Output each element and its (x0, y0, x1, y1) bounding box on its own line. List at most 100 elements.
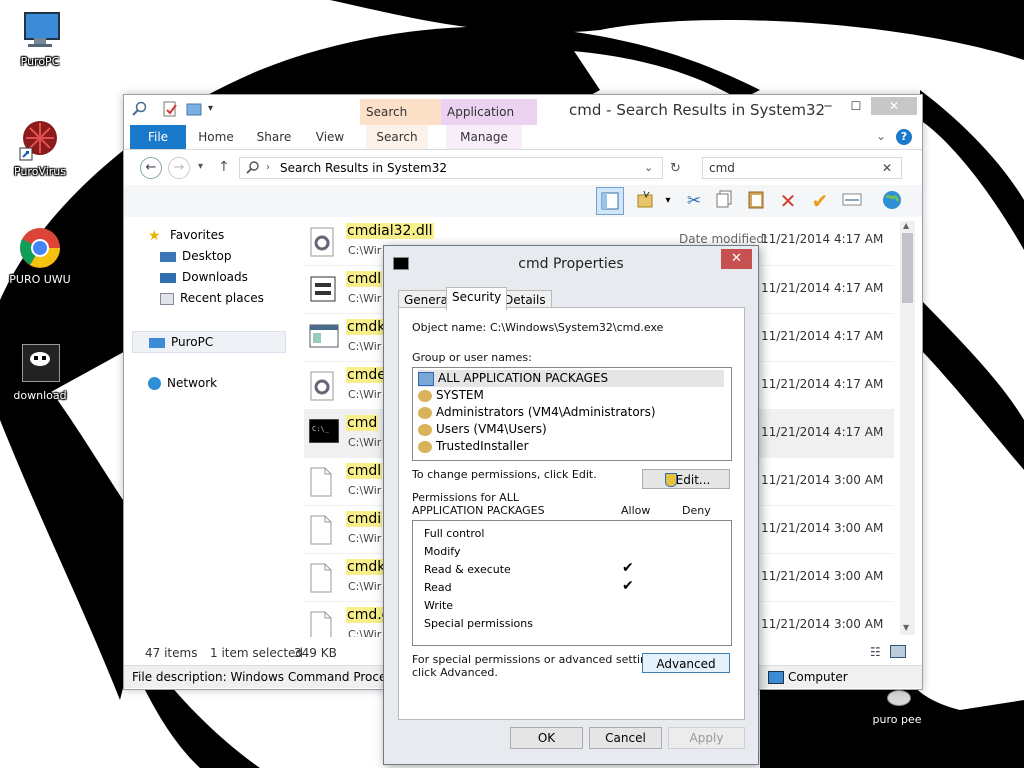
file-name: cmde (346, 367, 387, 383)
recent-locations-icon[interactable]: ▾ (198, 161, 203, 172)
details-view-icon[interactable]: ☷ (870, 645, 881, 659)
perm-read: Read (424, 581, 452, 594)
scroll-up-icon[interactable]: ▲ (903, 221, 909, 230)
group-item[interactable]: ALL APPLICATION PACKAGES (418, 370, 724, 387)
group-item[interactable]: SYSTEM (418, 387, 484, 404)
group-label: ALL APPLICATION PACKAGES (438, 371, 609, 385)
close-icon[interactable]: ✕ (721, 249, 752, 269)
breadcrumb[interactable]: Search Results in System32 (280, 161, 447, 175)
file-name: cmdl (346, 271, 383, 287)
desktop-icon-download[interactable]: download (0, 342, 80, 402)
group-names-label: Group or user names: (412, 351, 532, 364)
desktop-icon-label: puro pee (872, 713, 922, 726)
search-icon[interactable] (132, 101, 148, 117)
file-path: C:\Wir (348, 292, 382, 305)
copy-icon[interactable] (712, 189, 736, 213)
refresh-icon[interactable]: ↻ (670, 161, 681, 176)
nav-puropc[interactable]: PuroPC (132, 331, 286, 353)
close-icon[interactable]: ✕ (871, 97, 917, 115)
tab-manage[interactable]: Manage (446, 125, 522, 149)
chrome-icon (18, 226, 62, 270)
vertical-scrollbar[interactable]: ▲ ▼ (900, 221, 915, 635)
tab-home[interactable]: Home (194, 125, 238, 149)
clear-search-icon[interactable]: ✕ (882, 161, 892, 175)
file-icon (309, 611, 337, 637)
application-icon (309, 323, 339, 353)
nav-label: Favorites (170, 228, 225, 242)
move-to-icon[interactable] (840, 189, 864, 213)
desktop-icon-puro-pee[interactable]: puro pee (857, 688, 937, 726)
dropdown-icon[interactable]: ▾ (662, 189, 674, 213)
edit-button[interactable]: Edit... (642, 469, 730, 489)
breadcrumb-chevron-icon[interactable]: › (266, 158, 270, 178)
file-date: 11/21/2014 3:00 AM (761, 473, 884, 487)
file-date: 11/21/2014 3:00 AM (761, 521, 884, 535)
help-icon[interactable]: ? (896, 129, 912, 145)
group-item[interactable]: TrustedInstaller (418, 438, 529, 455)
address-bar[interactable]: › Search Results in System32 ⌄ (239, 157, 663, 179)
computer-icon (768, 671, 784, 684)
qat-dropdown-icon[interactable]: ▾ (208, 101, 220, 117)
perm-write: Write (424, 599, 454, 612)
delete-icon[interactable]: ✕ (776, 189, 800, 213)
desktop-icon-purovirus[interactable]: PuroVirus (0, 118, 80, 178)
expand-ribbon-icon[interactable]: ⌄ (876, 129, 886, 143)
ok-button[interactable]: OK (510, 727, 583, 749)
group-item[interactable]: Users (VM4\Users) (418, 421, 547, 438)
tab-view[interactable]: View (308, 125, 352, 149)
tab-file[interactable]: File (130, 125, 186, 149)
advanced-button[interactable]: Advanced (642, 653, 730, 673)
file-icon (309, 467, 337, 497)
select-folder-icon[interactable] (634, 189, 658, 213)
svg-text:C:\_: C:\_ (312, 425, 330, 433)
up-icon[interactable]: ↑ (218, 159, 230, 175)
cut-icon[interactable]: ✂ (682, 189, 706, 213)
back-icon[interactable]: ← (140, 157, 162, 179)
tab-search-tools[interactable]: Search Tools (360, 99, 442, 145)
apply-button[interactable]: Apply (668, 727, 745, 749)
console-icon: C:\_ (308, 418, 340, 449)
search-input[interactable]: cmd (702, 157, 902, 179)
nav-network[interactable]: Network (148, 373, 217, 393)
recycle-bin-icon (875, 688, 919, 710)
properties-icon[interactable] (162, 101, 178, 117)
group-item[interactable]: Administrators (VM4\Administrators) (418, 404, 656, 421)
nav-recent-places[interactable]: Recent places (160, 288, 264, 308)
preview-pane-icon[interactable] (596, 187, 624, 215)
new-folder-icon[interactable] (186, 101, 202, 117)
paste-icon[interactable] (744, 189, 768, 213)
maximize-icon[interactable]: ☐ (842, 97, 870, 115)
command-toolbar: ▾ ✂ ✕ ✔ (124, 185, 922, 217)
group-label: TrustedInstaller (436, 439, 529, 453)
tab-share[interactable]: Share (252, 125, 296, 149)
nav-label: Downloads (182, 270, 248, 284)
tab-security[interactable]: Security (446, 287, 508, 310)
scroll-down-icon[interactable]: ▼ (903, 623, 909, 632)
cancel-button[interactable]: Cancel (589, 727, 662, 749)
check-icon: ✔ (622, 578, 634, 594)
file-path: C:\Wir (348, 244, 382, 257)
group-list[interactable]: ALL APPLICATION PACKAGES SYSTEM Administ… (412, 367, 732, 461)
nav-desktop[interactable]: Desktop (160, 246, 232, 266)
desktop-icon (160, 251, 176, 262)
globe-icon[interactable] (880, 189, 904, 213)
file-path: C:\Wir (348, 532, 382, 545)
desktop-icon-puro-uwu[interactable]: PURO UWU (0, 226, 80, 286)
file-date: 11/21/2014 4:17 AM (761, 329, 884, 343)
desktop-icon-puropc[interactable]: PuroPC (0, 8, 80, 68)
tab-application-tools[interactable]: Application Tools (441, 99, 537, 145)
perm-modify: Modify (424, 545, 461, 558)
tab-search[interactable]: Search (366, 125, 428, 149)
rename-check-icon[interactable]: ✔ (808, 189, 832, 213)
package-icon (418, 371, 434, 386)
object-name-label: Object name: (412, 321, 487, 334)
connection-manager-icon (309, 275, 337, 305)
nav-favorites[interactable]: ★ Favorites (148, 225, 224, 245)
scroll-thumb[interactable] (902, 233, 913, 303)
forward-icon[interactable]: → (168, 157, 190, 179)
nav-downloads[interactable]: Downloads (160, 267, 248, 287)
dialog-title: cmd Properties (518, 256, 624, 272)
large-icons-view-icon[interactable] (890, 645, 906, 658)
minimize-icon[interactable]: ─ (814, 97, 842, 115)
address-dropdown-icon[interactable]: ⌄ (644, 158, 653, 178)
